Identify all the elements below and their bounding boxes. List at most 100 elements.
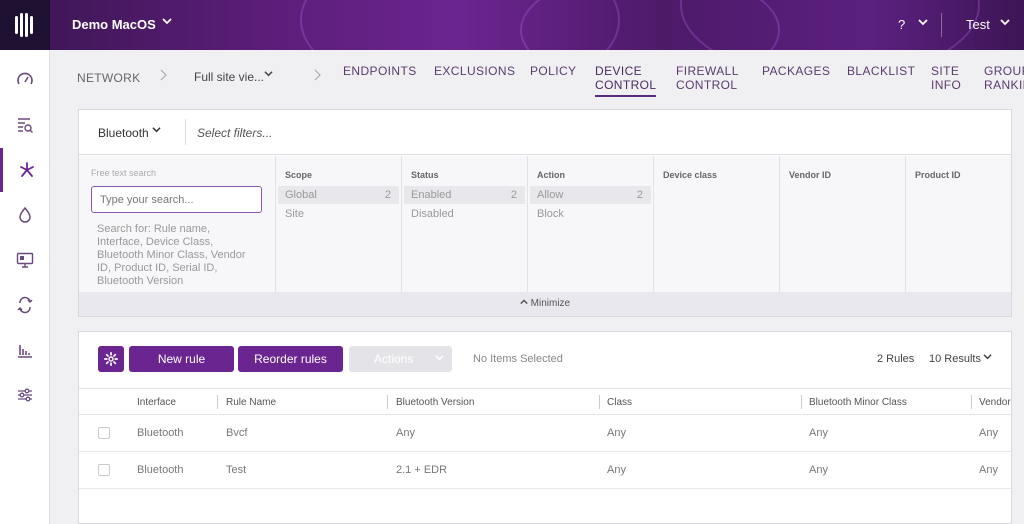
user-menu[interactable]: Test bbox=[966, 17, 990, 32]
filter-columns: Free text search Search for: Rule name, … bbox=[79, 156, 1011, 292]
bar-chart-icon[interactable] bbox=[0, 328, 50, 372]
divider bbox=[185, 119, 186, 145]
tab-label: PACKAGES bbox=[762, 64, 831, 78]
chevron-down-icon bbox=[435, 346, 444, 372]
device-class-title: Device class bbox=[663, 170, 718, 180]
table-row[interactable]: Bluetooth Bvcf Any Any Any Any bbox=[79, 415, 1011, 452]
tab-label: ENDPOINTS bbox=[343, 64, 417, 78]
table-header: Interface Rule Name Bluetooth Version Cl… bbox=[79, 388, 1011, 415]
column-divider bbox=[217, 395, 218, 409]
droplet-icon[interactable] bbox=[0, 193, 50, 237]
option-count: 2 bbox=[384, 189, 391, 201]
actions-dropdown[interactable]: Actions bbox=[349, 346, 452, 372]
action-title: Action bbox=[537, 170, 565, 180]
filter-option-enabled[interactable]: Enabled 2 bbox=[404, 186, 525, 204]
site-name[interactable]: Demo MacOS bbox=[72, 17, 156, 32]
column-header-interface[interactable]: Interface bbox=[137, 397, 176, 408]
free-text-search-column: Free text search Search for: Rule name, … bbox=[79, 156, 276, 292]
interface-selector[interactable]: Bluetooth bbox=[98, 126, 149, 140]
cell-vendor: Any bbox=[979, 464, 998, 476]
search-list-icon[interactable] bbox=[0, 103, 50, 147]
filter-option-block[interactable]: Block bbox=[530, 205, 651, 223]
tab-label: EXCLUSIONS bbox=[434, 64, 516, 78]
tab-device-control[interactable]: DEVICE CONTROL bbox=[595, 64, 657, 97]
scope-title: Scope bbox=[285, 170, 313, 180]
chevron-down-icon[interactable] bbox=[983, 352, 992, 364]
filter-option-site[interactable]: Site bbox=[278, 205, 399, 223]
option-label: Global bbox=[285, 189, 317, 201]
settings-button[interactable] bbox=[98, 346, 124, 372]
filter-option-global[interactable]: Global 2 bbox=[278, 186, 399, 204]
breadcrumb-network[interactable]: NETWORK bbox=[77, 71, 140, 85]
chevron-right-icon bbox=[159, 69, 167, 84]
option-label: Enabled bbox=[411, 189, 452, 201]
minimize-button[interactable]: Minimize bbox=[79, 292, 1011, 316]
rules-panel: New rule Reorder rules Actions No Items … bbox=[78, 331, 1012, 524]
cell-bluetooth-minor-class: Any bbox=[809, 464, 828, 476]
new-rule-button[interactable]: New rule bbox=[129, 346, 234, 372]
column-header-vendor[interactable]: Vendor bbox=[979, 397, 1011, 408]
tab-label: CONTROL bbox=[676, 78, 738, 92]
select-filters-input[interactable]: Select filters... bbox=[197, 126, 272, 140]
cell-rule-name: Test bbox=[226, 464, 247, 476]
chevron-down-icon[interactable] bbox=[1000, 16, 1010, 30]
chevron-right-icon bbox=[313, 69, 321, 84]
dashboard-gauge-icon[interactable] bbox=[0, 58, 50, 102]
chevron-down-icon[interactable] bbox=[162, 15, 172, 29]
tab-label: BLACKLIST bbox=[847, 64, 916, 78]
tab-group-ranking[interactable]: GROUPRANKIN bbox=[984, 64, 1024, 92]
gear-icon bbox=[104, 352, 118, 366]
cell-class: Any bbox=[607, 464, 626, 476]
column-divider bbox=[801, 395, 802, 409]
sync-arrows-icon[interactable] bbox=[0, 283, 50, 327]
tab-firewall-control[interactable]: FIREWALL CONTROL bbox=[676, 64, 739, 92]
tab-label: CONTROL bbox=[595, 78, 657, 92]
cell-rule-name: Bvcf bbox=[226, 427, 248, 439]
vendor-id-title: Vendor ID bbox=[789, 170, 832, 180]
tab-label: POLICY bbox=[530, 64, 577, 78]
site-view-selector[interactable]: Full site vie... bbox=[194, 70, 264, 84]
column-header-class[interactable]: Class bbox=[607, 397, 632, 408]
tab-exclusions[interactable]: EXCLUSIONS bbox=[434, 64, 515, 78]
sentinel-asterisk-icon[interactable] bbox=[0, 148, 50, 192]
row-checkbox[interactable] bbox=[98, 464, 110, 476]
column-header-rule-name[interactable]: Rule Name bbox=[226, 397, 276, 408]
cell-bluetooth-minor-class: Any bbox=[809, 427, 828, 439]
filter-option-allow[interactable]: Allow 2 bbox=[530, 186, 651, 204]
column-header-bluetooth-minor-class[interactable]: Bluetooth Minor Class bbox=[809, 397, 907, 408]
divider bbox=[941, 13, 942, 37]
filter-bar: Bluetooth Select filters... bbox=[79, 110, 1011, 155]
cell-vendor: Any bbox=[979, 427, 998, 439]
chevron-down-icon[interactable] bbox=[152, 125, 161, 137]
action-column: Action Allow 2 Block bbox=[528, 156, 654, 292]
tab-label: FIREWALL bbox=[676, 64, 739, 78]
tab-endpoints[interactable]: ENDPOINTS bbox=[343, 64, 417, 78]
tab-label: INFO bbox=[931, 78, 962, 92]
minimize-label: Minimize bbox=[530, 298, 571, 309]
filter-option-disabled[interactable]: Disabled bbox=[404, 205, 525, 223]
results-per-page-selector[interactable]: 10 Results bbox=[929, 353, 981, 365]
sentinelone-logo[interactable] bbox=[0, 0, 50, 50]
chevron-down-icon[interactable] bbox=[918, 16, 928, 30]
reorder-rules-button[interactable]: Reorder rules bbox=[238, 346, 343, 372]
tab-label: DEVICE bbox=[595, 64, 643, 78]
tab-site-info[interactable]: SITE INFO bbox=[931, 64, 961, 92]
tab-packages[interactable]: PACKAGES bbox=[762, 64, 830, 78]
search-input[interactable] bbox=[91, 186, 262, 213]
tab-policy[interactable]: POLICY bbox=[530, 64, 576, 78]
column-divider bbox=[971, 395, 972, 409]
chevron-down-icon[interactable] bbox=[264, 69, 273, 81]
product-id-column: Product ID bbox=[906, 156, 1011, 292]
option-count: 2 bbox=[636, 189, 643, 201]
monitor-icon[interactable] bbox=[0, 238, 50, 282]
cell-interface: Bluetooth bbox=[137, 427, 184, 439]
option-label: Allow bbox=[537, 189, 564, 201]
sliders-icon[interactable] bbox=[0, 373, 50, 417]
logo-icon bbox=[15, 13, 33, 37]
device-class-column: Device class bbox=[654, 156, 780, 292]
help-menu[interactable]: ? bbox=[898, 17, 905, 32]
table-row[interactable]: Bluetooth Test 2.1 + EDR Any Any Any bbox=[79, 452, 1011, 489]
column-header-bluetooth-version[interactable]: Bluetooth Version bbox=[396, 397, 474, 408]
tab-blacklist[interactable]: BLACKLIST bbox=[847, 64, 915, 78]
row-checkbox[interactable] bbox=[98, 427, 110, 439]
